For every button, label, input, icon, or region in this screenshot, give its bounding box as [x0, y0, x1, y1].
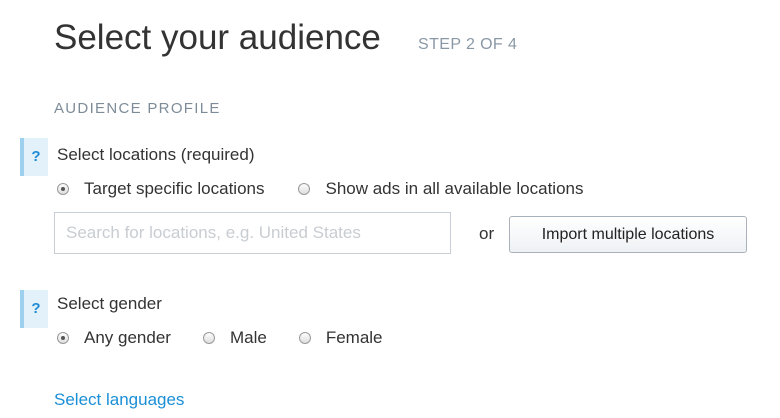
gender-help-icon[interactable]: ?	[20, 290, 48, 328]
radio-checked-icon[interactable]	[57, 183, 69, 195]
radio-unchecked-icon[interactable]	[298, 183, 311, 195]
radio-label: Female	[325, 328, 383, 347]
page-title: Select your audience	[54, 18, 381, 57]
radio-checked-icon[interactable]	[57, 332, 69, 344]
locations-help-icon[interactable]: ?	[20, 138, 48, 176]
step-indicator: STEP 2 OF 4	[418, 36, 518, 53]
radio-show-ads-all-locations[interactable]: Show ads in all available locations	[298, 179, 583, 199]
radio-label: Any gender	[84, 328, 171, 347]
radio-any-gender[interactable]: Any gender	[57, 328, 171, 348]
or-text: or	[479, 224, 495, 243]
section-title-audience-profile: AUDIENCE PROFILE	[54, 100, 221, 117]
location-search-input[interactable]	[54, 212, 451, 254]
radio-female[interactable]: Female	[298, 328, 383, 348]
radio-label: Male	[229, 328, 267, 347]
select-languages-link[interactable]: Select languages	[54, 390, 184, 410]
radio-unchecked-icon[interactable]	[298, 332, 311, 344]
radio-unchecked-icon[interactable]	[202, 332, 215, 344]
locations-label: Select locations (required)	[57, 145, 255, 164]
locations-radio-group: Target specific locations Show ads in al…	[57, 179, 615, 199]
gender-radio-group: Any gender Male Female	[57, 328, 415, 348]
radio-target-specific-locations[interactable]: Target specific locations	[57, 179, 264, 199]
import-multiple-locations-button[interactable]: Import multiple locations	[509, 216, 747, 253]
gender-label: Select gender	[57, 294, 162, 313]
radio-label: Target specific locations	[84, 179, 265, 198]
radio-label: Show ads in all available locations	[325, 179, 584, 198]
radio-male[interactable]: Male	[202, 328, 267, 348]
